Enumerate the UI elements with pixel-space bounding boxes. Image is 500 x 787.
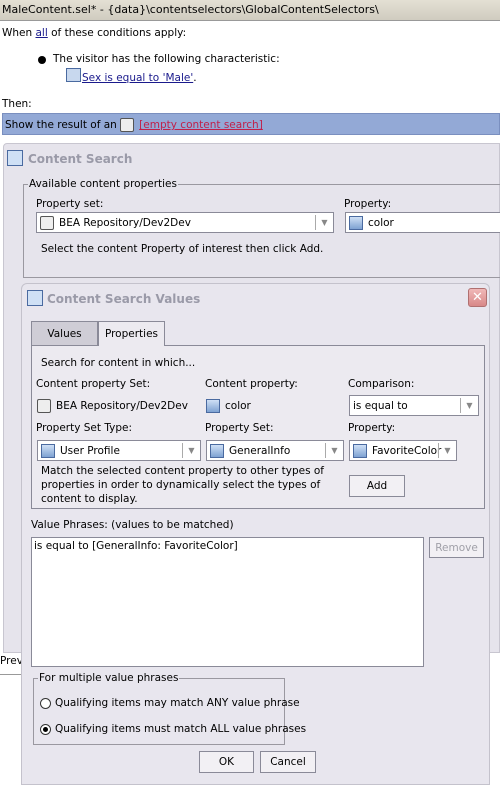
condition-text: The visitor has the following characteri… [53,53,280,65]
chevron-down-icon[interactable]: ▼ [325,443,343,458]
add-button[interactable]: Add [349,475,405,497]
property-label: Property: [348,422,396,434]
property-icon [349,215,363,230]
action-bar: Show the result of an [empty content sea… [2,113,500,135]
chevron-down-icon[interactable]: ▼ [182,443,200,458]
available-properties-group: Available content properties Property se… [23,178,500,278]
ok-button[interactable]: OK [199,751,254,773]
then-label: Then: [2,98,32,110]
conditions-line: When all of these conditions apply: [2,27,186,39]
property-select[interactable]: color [345,212,500,233]
property-set-select[interactable]: BEA Repository/Dev2Dev ▼ [36,212,334,233]
property-set-label: Property set: [36,198,104,210]
when-prefix: When [2,27,36,39]
intro-text: Search for content in which... [41,357,196,369]
chevron-down-icon[interactable]: ▼ [460,398,478,413]
radio-all[interactable]: Qualifying items must match ALL value ph… [40,723,306,735]
content-search-title: Content Search [28,152,133,166]
when-suffix: of these conditions apply: [47,27,187,39]
dialog-title: Content Search Values [47,292,201,306]
value-phrases-label: Value Phrases: (values to be matched) [31,519,234,531]
content-search-icon [7,150,23,166]
preview-tab[interactable]: Prev [0,655,23,669]
window-title: MaleContent.sel* - {data}\contentselecto… [0,0,500,21]
remove-button[interactable]: Remove [429,537,484,558]
radio-any[interactable]: Qualifying items may match ANY value phr… [40,697,300,709]
property-select[interactable]: FavoriteColor ▼ [349,440,457,461]
help-text: Select the content Property of interest … [41,243,324,255]
property-set-type-label: Property Set Type: [36,422,133,434]
divider [0,674,22,675]
content-property-value: color [225,400,251,412]
property-value: color [368,216,394,229]
multiple-phrases-group: For multiple value phrases Qualifying it… [33,672,306,745]
tab-properties[interactable]: Properties [98,321,165,346]
radio-label: Qualifying items must match ALL value ph… [55,723,307,735]
content-property-label: Content property: [205,378,298,390]
tab-values[interactable]: Values [31,321,98,345]
tab-label: Values [47,327,82,340]
condition-end: . [193,72,197,84]
content-property-set-label: Content property Set: [36,378,151,390]
group-label: For multiple value phrases [38,672,180,684]
value-phrases-list[interactable]: is equal to [GeneralInfo: FavoriteColor] [31,537,424,667]
user-profile-icon [41,443,55,458]
comparison-value: is equal to [353,399,408,412]
profile-icon [66,68,81,82]
comparison-label: Comparison: [348,378,415,390]
property-set-type-value: User Profile [60,444,120,457]
property-icon [206,399,220,413]
radio-button[interactable] [40,697,51,709]
show-prefix: Show the result of an [5,119,121,131]
bullet-icon [38,56,46,64]
property-set-value: BEA Repository/Dev2Dev [59,216,191,229]
property-icon [353,443,367,458]
property-set-value: GeneralInfo [229,444,291,457]
content-property-set-value: BEA Repository/Dev2Dev [56,400,188,412]
property-value: FavoriteColor [372,444,442,457]
match-help-text: Match the selected content property to o… [41,465,325,505]
comparison-select[interactable]: is equal to ▼ [349,395,479,416]
cancel-button[interactable]: Cancel [260,751,316,773]
property-label: Property: [344,198,392,210]
property-set-label: Property Set: [205,422,274,434]
property-set-type-select[interactable]: User Profile ▼ [37,440,201,461]
dialog-icon [27,290,43,306]
properties-panel: Search for content in which... Content p… [31,345,485,509]
close-button[interactable]: ✕ [468,288,487,307]
group-label: Available content properties [28,178,178,190]
repository-icon [40,215,54,230]
property-set-select[interactable]: GeneralInfo ▼ [206,440,344,461]
chevron-down-icon[interactable]: ▼ [315,215,333,230]
radio-button[interactable] [40,723,51,735]
chevron-down-icon[interactable]: ▼ [438,443,456,458]
radio-label: Qualifying items may match ANY value phr… [55,697,300,709]
content-search-values-dialog: Content Search Values ✕ Values Propertie… [21,283,490,785]
all-link[interactable]: all [36,27,48,39]
repository-icon [37,399,51,413]
condition-link[interactable]: Sex is equal to 'Male' [82,72,193,84]
value-phrase-item[interactable]: is equal to [GeneralInfo: FavoriteColor] [34,540,421,552]
empty-content-search-link[interactable]: [empty content search] [139,119,263,131]
property-set-icon [210,443,224,458]
tab-label: Properties [104,328,159,340]
search-icon [120,118,135,132]
